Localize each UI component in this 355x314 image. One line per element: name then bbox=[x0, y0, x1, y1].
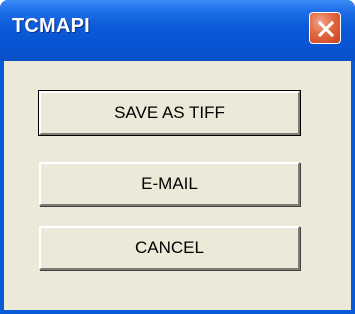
email-label: E-MAIL bbox=[141, 174, 198, 193]
dialog-body: SAVE AS TIFF E-MAIL CANCEL bbox=[4, 61, 351, 310]
dialog-window: TCMAPI SAVE AS TIFF E-MAIL CANCEL bbox=[0, 0, 355, 314]
title-bar[interactable]: TCMAPI bbox=[0, 0, 355, 61]
email-button[interactable]: E-MAIL bbox=[39, 162, 300, 206]
window-title: TCMAPI bbox=[12, 15, 90, 37]
save-as-tiff-button[interactable]: SAVE AS TIFF bbox=[38, 90, 301, 136]
cancel-label: CANCEL bbox=[135, 238, 204, 257]
close-button[interactable] bbox=[309, 12, 341, 44]
close-icon bbox=[317, 20, 335, 38]
cancel-button[interactable]: CANCEL bbox=[39, 226, 300, 270]
save-as-tiff-label: SAVE AS TIFF bbox=[114, 103, 225, 122]
